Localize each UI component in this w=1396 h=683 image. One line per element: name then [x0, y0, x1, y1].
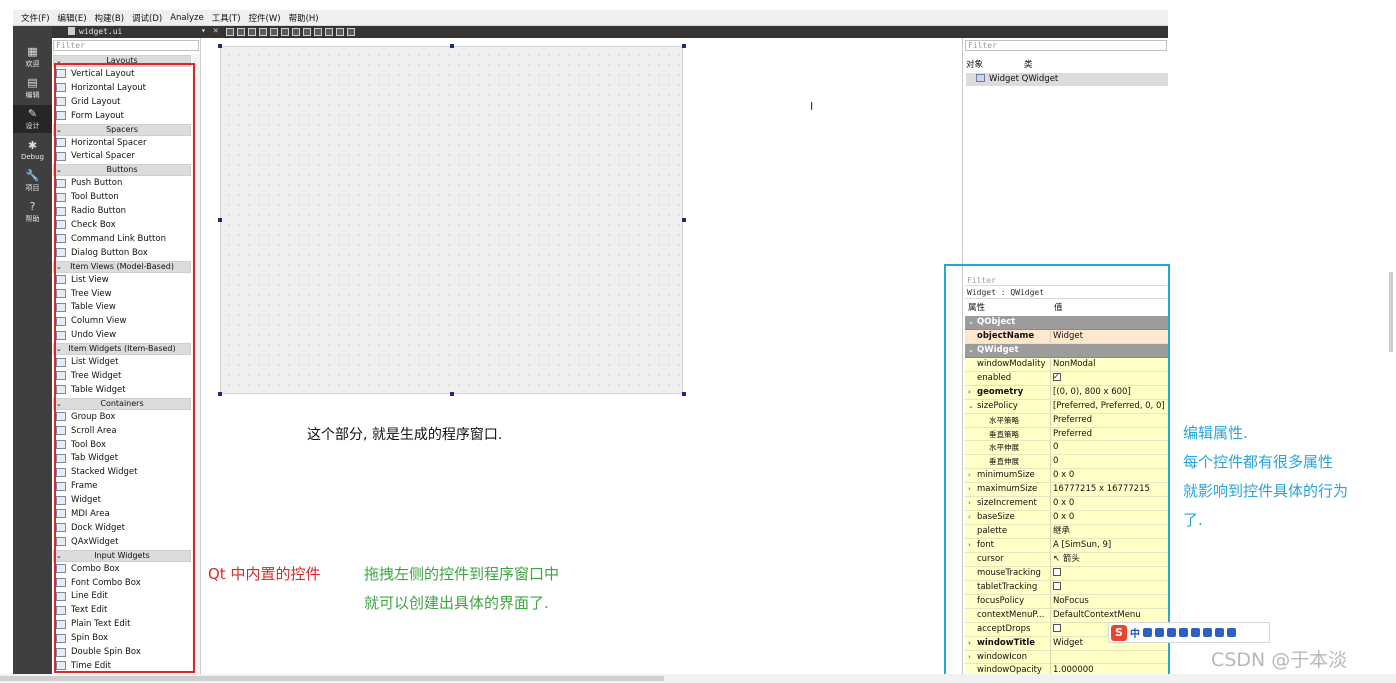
- form-layout-toolbar: [226, 28, 355, 36]
- resize-handle[interactable]: [682, 218, 686, 222]
- menu-bar: 文件(F) 编辑(E) 构建(B) 调试(D) Analyze 工具(T) 控件(W) 帮助(…: [13, 10, 1168, 26]
- vertical-splitter-icon[interactable]: [303, 28, 311, 36]
- edit-tab-order-icon[interactable]: [259, 28, 267, 36]
- resize-handle[interactable]: [450, 44, 454, 48]
- widget-filter-input[interactable]: Filter: [53, 40, 199, 51]
- column-class: 类: [1024, 60, 1033, 70]
- ime-toolbar: S 中: [1108, 622, 1270, 643]
- mode-label: Debug: [20, 153, 45, 161]
- open-file-name: widget.ui: [79, 27, 123, 36]
- microphone-icon[interactable]: [1155, 628, 1164, 637]
- column-object: 对象: [966, 60, 984, 70]
- resize-handle[interactable]: [682, 44, 686, 48]
- annotation-drag-line1: 拖拽左侧的控件到程序窗口中: [364, 565, 560, 583]
- lay-out-horizontally-icon[interactable]: [270, 28, 278, 36]
- keyboard-icon[interactable]: [1167, 628, 1176, 637]
- widget-icon: [976, 74, 985, 82]
- chevron-down-icon[interactable]: ▾: [201, 26, 206, 35]
- form-caption: 这个部分, 就是生成的程序窗口.: [307, 427, 503, 443]
- resize-handle[interactable]: [450, 392, 454, 396]
- edit-buddies-icon[interactable]: [248, 28, 256, 36]
- annotation-edit-props-line3: 就影响到控件具体的行为: [1183, 482, 1349, 500]
- mode-2[interactable]: ▤ 编辑: [13, 74, 52, 102]
- builtin-widgets-highlight: [54, 63, 195, 673]
- annotation-drag-line2: 就可以创建出具体的界面了.: [364, 594, 549, 612]
- settings-icon[interactable]: [1227, 628, 1236, 637]
- mode-label: 设计: [25, 122, 40, 130]
- annotation-edit-props-line4: 了.: [1183, 511, 1203, 529]
- horizontal-scrollbar[interactable]: [0, 674, 1396, 683]
- mode-1[interactable]: ▦ 欢迎: [13, 43, 52, 71]
- break-layout-icon[interactable]: [336, 28, 344, 36]
- mode-6[interactable]: ? 帮助: [13, 198, 52, 226]
- resize-handle[interactable]: [218, 44, 222, 48]
- edit-widgets-icon[interactable]: [226, 28, 234, 36]
- edit-signals-icon[interactable]: [237, 28, 245, 36]
- menu-item[interactable]: 文件(F): [17, 12, 54, 24]
- horizontal-splitter-icon[interactable]: [292, 28, 300, 36]
- grid-icon: ▦: [27, 45, 38, 58]
- menu-item[interactable]: 帮助(H): [285, 12, 323, 24]
- lay-out-vertically-icon[interactable]: [281, 28, 289, 36]
- annotation-edit-props-line2: 每个控件都有很多属性: [1183, 453, 1334, 471]
- apps-icon[interactable]: [1215, 628, 1224, 637]
- page-scrollbar[interactable]: [1389, 272, 1393, 352]
- form-layout-icon[interactable]: [314, 28, 322, 36]
- editor-tab-bar: widget.ui ▾ ✕: [52, 26, 1168, 38]
- annotation-edit-props-line1: 编辑属性.: [1183, 424, 1248, 442]
- mode-5[interactable]: 🔧 项目: [13, 167, 52, 195]
- object-row-widget[interactable]: Widget QWidget: [966, 73, 1168, 86]
- mode-label: 帮助: [25, 215, 40, 223]
- menu-item[interactable]: 工具(T): [208, 12, 245, 24]
- resize-handle[interactable]: [218, 218, 222, 222]
- adjust-size-icon[interactable]: [347, 28, 355, 36]
- grid-layout-icon[interactable]: [325, 28, 333, 36]
- resize-handle[interactable]: [682, 392, 686, 396]
- form-window-preview[interactable]: [220, 46, 683, 394]
- menu-item[interactable]: 控件(W): [245, 12, 285, 24]
- object-inspector-header: 对象 类: [966, 58, 1166, 70]
- help-icon: ?: [29, 200, 36, 213]
- document-icon: ▤: [27, 76, 38, 89]
- mode-selector: ▦ 欢迎 ▤ 编辑 ✎ 设计 ✱ Debug 🔧 项目? 帮助: [13, 26, 52, 674]
- user-icon[interactable]: [1191, 628, 1200, 637]
- object-row-label: Widget QWidget: [989, 74, 1059, 84]
- object-filter-input[interactable]: Filter: [965, 40, 1167, 51]
- scrollbar-thumb[interactable]: [0, 676, 664, 681]
- ui-file-icon: [68, 27, 75, 35]
- text-cursor-icon: I: [810, 100, 814, 113]
- menu-item[interactable]: 编辑(E): [54, 12, 91, 24]
- mode-label: 项目: [25, 184, 40, 192]
- toolbox-icon[interactable]: [1203, 628, 1212, 637]
- mode-3[interactable]: ✎ 设计: [13, 105, 52, 133]
- mode-label: 欢迎: [25, 60, 40, 68]
- punctuation-icon[interactable]: [1143, 628, 1152, 637]
- sogou-logo-icon[interactable]: S: [1111, 624, 1127, 641]
- resize-handle[interactable]: [218, 392, 222, 396]
- open-file-tab[interactable]: widget.ui: [68, 27, 122, 36]
- annotation-builtin-widgets: Qt 中内置的控件: [208, 565, 321, 583]
- ime-chinese-mode[interactable]: 中: [1130, 625, 1140, 640]
- close-icon[interactable]: ✕: [213, 26, 218, 36]
- pencil-icon: ✎: [27, 107, 38, 120]
- mode-label: 编辑: [25, 91, 40, 99]
- shirt-icon[interactable]: [1179, 628, 1188, 637]
- property-editor-highlight: [944, 264, 1170, 682]
- wrench-icon: 🔧: [25, 169, 40, 182]
- bug-icon: ✱: [27, 139, 38, 152]
- menu-item[interactable]: Analyze: [166, 13, 208, 23]
- mode-4[interactable]: ✱ Debug: [13, 136, 52, 164]
- menu-item[interactable]: 构建(B): [91, 12, 128, 24]
- csdn-watermark: CSDN @于本淡: [1211, 649, 1348, 671]
- object-inspector: Filter 对象 类 Widget QWidget: [964, 38, 1168, 260]
- menu-item[interactable]: 调试(D): [128, 12, 166, 24]
